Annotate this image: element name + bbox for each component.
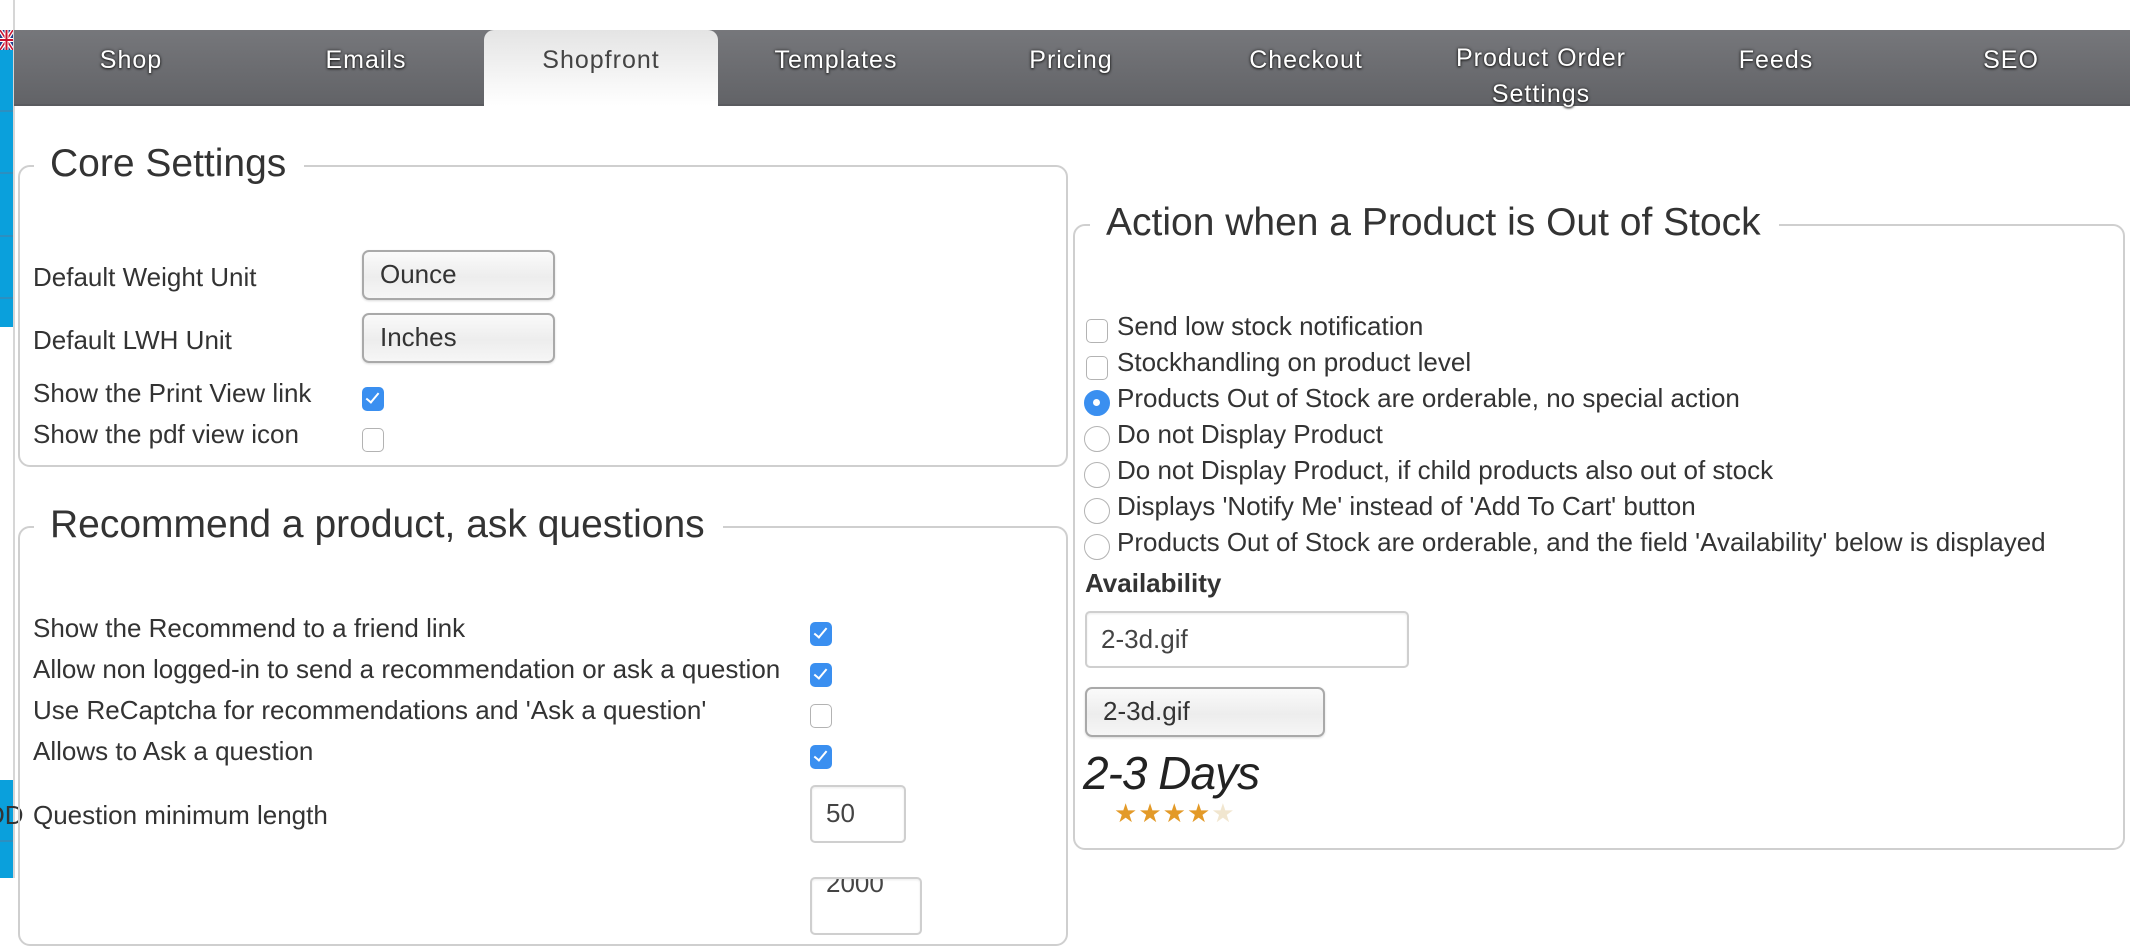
sidebar-divider: [0, 110, 13, 112]
out-of-stock-legend: Action when a Product is Out of Stock: [1090, 200, 1779, 246]
core-settings-legend: Core Settings: [34, 141, 305, 187]
recommend-friend-label: Show the Recommend to a friend link: [33, 613, 466, 643]
allow-ask-question-label: Allows to Ask a question: [33, 736, 314, 766]
sidebar-divider: [0, 297, 13, 299]
sidebar-divider: [0, 235, 13, 237]
star-empty-icon: ★: [1211, 798, 1236, 828]
availability-label: Availability: [1085, 568, 1222, 598]
allow-non-logged-in-checkbox[interactable]: [810, 663, 832, 687]
availability-preview-text: 2-3 Days: [1083, 747, 1260, 799]
availability-image-select[interactable]: 2-3d.gif: [1085, 687, 1325, 737]
star-icon: ★: [1138, 798, 1163, 828]
radio-notify-me-label: Displays 'Notify Me' instead of 'Add To …: [1117, 491, 1696, 521]
star-icon: ★: [1114, 798, 1139, 828]
use-recaptcha-checkbox[interactable]: [810, 704, 832, 728]
tab-emails[interactable]: Emails: [249, 30, 483, 104]
uk-flag-icon[interactable]: [0, 30, 13, 50]
stockhandling-product-level-checkbox[interactable]: [1086, 356, 1108, 380]
use-recaptcha-label: Use ReCaptcha for recommendations and 'A…: [33, 695, 707, 725]
radio-do-not-display[interactable]: [1084, 426, 1110, 452]
default-weight-unit-label: Default Weight Unit: [33, 262, 257, 292]
radio-orderable-availability[interactable]: [1084, 534, 1110, 560]
radio-do-not-display-label: Do not Display Product: [1117, 419, 1383, 449]
question-max-length-value: 2000: [826, 877, 884, 898]
question-min-length-label: Question minimum length: [33, 800, 328, 830]
availability-input[interactable]: 2-3d.gif: [1085, 611, 1409, 668]
left-sidebar: [0, 0, 15, 878]
tab-feeds[interactable]: Feeds: [1659, 30, 1893, 104]
radio-orderable-availability-label: Products Out of Stock are orderable, and…: [1117, 527, 2046, 557]
low-stock-notification-label: Send low stock notification: [1117, 311, 1424, 341]
default-lwh-unit-select[interactable]: Inches: [362, 313, 555, 363]
question-max-length-input[interactable]: 2000: [810, 877, 922, 935]
sidebar-divider: [0, 172, 13, 174]
question-min-length-input[interactable]: 50: [810, 785, 906, 843]
tab-shopfront[interactable]: Shopfront: [484, 30, 718, 106]
radio-do-not-display-child-label: Do not Display Product, if child product…: [1117, 455, 1774, 485]
star-icon: ★: [1186, 798, 1212, 828]
tab-shop[interactable]: Shop: [14, 30, 248, 104]
availability-rating-stars: ★★★★★: [1114, 799, 1236, 827]
tab-checkout[interactable]: Checkout: [1189, 30, 1423, 104]
radio-orderable-no-action-label: Products Out of Stock are orderable, no …: [1117, 383, 1740, 413]
stockhandling-product-level-label: Stockhandling on product level: [1117, 347, 1472, 377]
allow-ask-question-checkbox[interactable]: [810, 745, 832, 769]
allow-non-logged-in-label: Allow non logged-in to send a recommenda…: [33, 654, 781, 684]
tab-seo[interactable]: SEO: [1894, 30, 2128, 104]
settings-tab-bar: Shop Emails Shopfront Templates Pricing …: [14, 30, 2130, 108]
tab-templates[interactable]: Templates: [719, 30, 953, 104]
default-lwh-unit-label: Default LWH Unit: [33, 325, 232, 355]
pdf-view-icon-label: Show the pdf view icon: [33, 419, 299, 449]
print-view-link-label: Show the Print View link: [33, 378, 312, 408]
recommend-friend-checkbox[interactable]: [810, 622, 832, 646]
sidebar-divider: [0, 840, 13, 842]
print-view-link-checkbox[interactable]: [362, 387, 384, 411]
sidebar-menu-block[interactable]: [0, 50, 13, 327]
radio-notify-me[interactable]: [1084, 498, 1110, 524]
radio-do-not-display-child[interactable]: [1084, 462, 1110, 488]
tab-pricing[interactable]: Pricing: [954, 30, 1188, 104]
tab-product-order-settings[interactable]: Product Order Settings: [1424, 30, 1658, 108]
recommend-legend: Recommend a product, ask questions: [34, 502, 723, 548]
radio-orderable-no-action[interactable]: [1084, 390, 1110, 416]
star-icon: ★: [1162, 798, 1187, 828]
pdf-view-icon-checkbox[interactable]: [362, 428, 384, 452]
default-weight-unit-select[interactable]: Ounce: [362, 250, 555, 300]
low-stock-notification-checkbox[interactable]: [1086, 319, 1108, 343]
